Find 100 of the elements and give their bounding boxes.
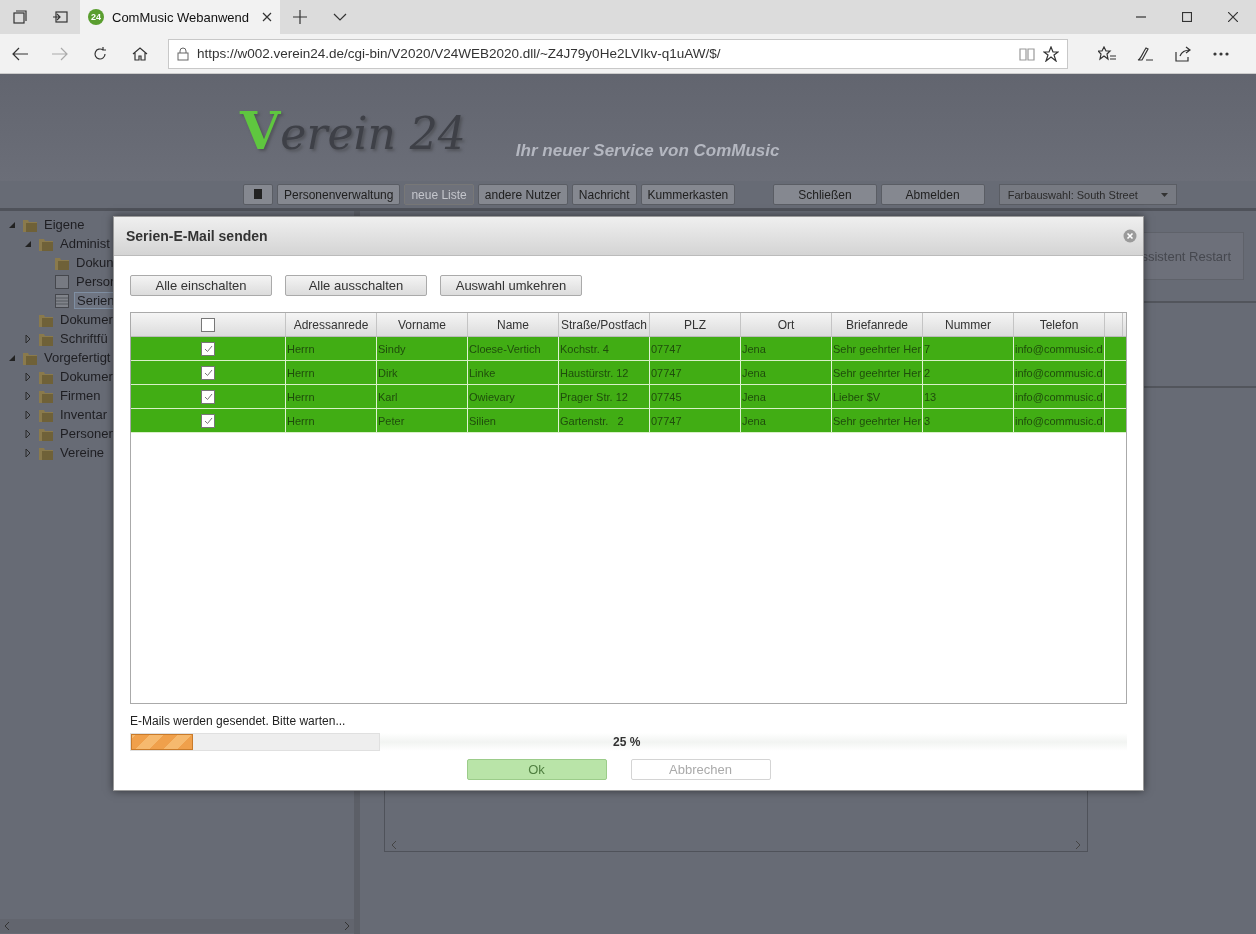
table-cell: Sehr geehrter Her <box>833 342 922 355</box>
toolbar-button[interactable]: Nachricht <box>571 184 637 205</box>
table-row[interactable]: Herrn Sindy Cloese-Vertich Kochstr. 4 07747 Jena Sehr geehrter Her 7 info@commusic.d <box>131 337 1126 361</box>
table-cell: Herrn <box>287 390 315 403</box>
row-checkbox[interactable] <box>201 365 215 380</box>
row-checkbox[interactable] <box>201 341 215 356</box>
tree-item[interactable]: Schriftfü <box>58 331 110 346</box>
close-icon[interactable] <box>262 12 272 22</box>
tree-item[interactable]: Inventar <box>58 407 109 422</box>
action-button[interactable]: Auswahl umkehren <box>440 275 582 296</box>
table-cell: Haustürstr. 12 <box>560 366 629 379</box>
table-cell: Dirk <box>378 366 398 379</box>
table-cell: 07747 <box>651 414 682 427</box>
action-button[interactable]: Alle einschalten <box>130 275 272 296</box>
table-cell: Jena <box>742 414 766 427</box>
column-header[interactable]: Name <box>468 313 559 336</box>
tree-item[interactable]: Vorgefertigt <box>42 350 113 365</box>
column-header[interactable]: Ort <box>741 313 832 336</box>
table-cell: 07747 <box>651 342 682 355</box>
toolbar-button[interactable]: Schließen <box>773 184 877 205</box>
column-header[interactable]: Straße/Postfach <box>559 313 650 336</box>
close-icon[interactable] <box>1228 12 1238 22</box>
table-cell: Sindy <box>378 342 406 355</box>
horizontal-scrollbar[interactable] <box>0 919 354 933</box>
table-cell: Sehr geehrter Her <box>833 366 922 379</box>
table-cell: Kochstr. 4 <box>560 342 609 355</box>
lock-icon <box>177 46 189 61</box>
tabs-icon[interactable] <box>13 10 27 24</box>
table-cell: Herrn <box>287 414 315 427</box>
toolbar-button[interactable]: Abmelden <box>880 184 985 205</box>
maximize-icon[interactable] <box>1182 12 1192 22</box>
table-cell: Herrn <box>287 366 315 379</box>
favicon: 24 <box>88 9 104 25</box>
tagline: Ihr neuer Service von ComMusic <box>515 141 780 161</box>
table-cell: info@commusic.d <box>1015 390 1103 403</box>
tab-aside-icon[interactable] <box>52 10 68 24</box>
square-icon <box>254 188 262 199</box>
checkmark-icon <box>203 344 213 353</box>
column-header[interactable]: Telefon <box>1014 313 1105 336</box>
table-row[interactable]: Herrn Karl Owievary Prager Str. 12 07745 Jena Lieber $V 13 info@commusic.d <box>131 385 1126 409</box>
color-select[interactable]: Farbauswahl: South Street <box>998 184 1177 205</box>
tree-item[interactable]: Persor <box>74 274 117 289</box>
refresh-icon[interactable] <box>92 45 108 62</box>
table-cell: info@commusic.d <box>1015 414 1103 427</box>
dialog-title: Serien-E-Mail senden <box>126 228 268 244</box>
menu-button[interactable] <box>243 184 273 205</box>
scroll-left-icon[interactable] <box>4 922 10 930</box>
table-cell: 07745 <box>651 390 682 403</box>
column-header[interactable]: Adressanrede <box>286 313 377 336</box>
pen-icon[interactable] <box>1136 45 1154 62</box>
tree-item[interactable]: Administ <box>58 236 112 251</box>
column-header[interactable]: Nummer <box>923 313 1014 336</box>
table-cell: 07747 <box>651 366 682 379</box>
row-checkbox[interactable] <box>201 389 215 404</box>
toolbar-button[interactable]: Personenverwaltung <box>277 184 401 205</box>
tree-item[interactable]: Firmen <box>58 388 103 403</box>
table-cell: Karl <box>378 390 398 403</box>
share-icon[interactable] <box>1174 45 1192 62</box>
toolbar-button[interactable]: Kummerkasten <box>640 184 736 205</box>
table-cell: Herrn <box>287 342 315 355</box>
table-cell: Owievary <box>469 390 515 403</box>
scroll-right-icon[interactable] <box>344 922 350 930</box>
checkmark-icon <box>203 416 213 425</box>
column-header[interactable]: Vorname <box>377 313 468 336</box>
toolbar-button[interactable]: andere Nutzer <box>477 184 568 205</box>
row-checkbox[interactable] <box>201 413 215 428</box>
chevron-down-icon[interactable] <box>333 13 347 21</box>
favorites-icon[interactable] <box>1098 45 1116 62</box>
tree-item[interactable]: Dokumer <box>58 312 115 327</box>
table-icon <box>54 292 70 309</box>
plus-icon[interactable] <box>293 10 307 24</box>
table-cell: Lieber $V <box>833 390 881 403</box>
table-cell: 7 <box>924 342 931 355</box>
table-cell: Sehr geehrter Her <box>833 414 922 427</box>
table-row[interactable]: Herrn Peter Silien Gartenstr. 2 07747 Jena Sehr geehrter Her 3 info@commusic.d <box>131 409 1126 433</box>
table-cell: Peter <box>378 414 405 427</box>
column-header[interactable]: PLZ <box>650 313 741 336</box>
table-cell: info@commusic.d <box>1015 366 1103 379</box>
address-field[interactable]: https://w002.verein24.de/cgi-bin/V2020/V24WEB2020.dll/~Z4J79y0He2LVIkv-q1uAW/$/ <box>168 38 1068 69</box>
column-header[interactable]: Briefanrede <box>832 313 923 336</box>
tree-item[interactable]: Dokun <box>74 255 116 270</box>
table-cell: Jena <box>742 366 766 379</box>
tree-item[interactable]: Dokumer <box>58 369 115 384</box>
tree-item[interactable]: Eigene <box>42 217 87 232</box>
home-icon[interactable] <box>132 45 148 62</box>
status-text: E-Mails werden gesendet. Bitte warten... <box>130 714 347 728</box>
table-cell: 2 <box>924 366 931 379</box>
tree-item[interactable]: Vereine <box>58 445 107 460</box>
table-cell: Jena <box>742 390 766 403</box>
checkmark-icon <box>203 368 213 377</box>
caret-icon <box>1160 192 1168 197</box>
select-all-checkbox[interactable] <box>201 317 215 332</box>
table-cell: info@commusic.d <box>1015 342 1103 355</box>
table-cell: Gartenstr. 2 <box>560 414 624 427</box>
back-icon[interactable] <box>12 46 28 61</box>
browser-tab[interactable]: 24 ComMusic Webanwend <box>80 0 280 34</box>
table-cell: Silien <box>469 414 496 427</box>
table-row[interactable]: Herrn Dirk Linke Haustürstr. 12 07747 Jena Sehr geehrter Her 2 info@commusic.d <box>131 361 1126 385</box>
action-button[interactable]: Alle ausschalten <box>285 275 427 296</box>
star-icon[interactable] <box>1043 45 1059 62</box>
